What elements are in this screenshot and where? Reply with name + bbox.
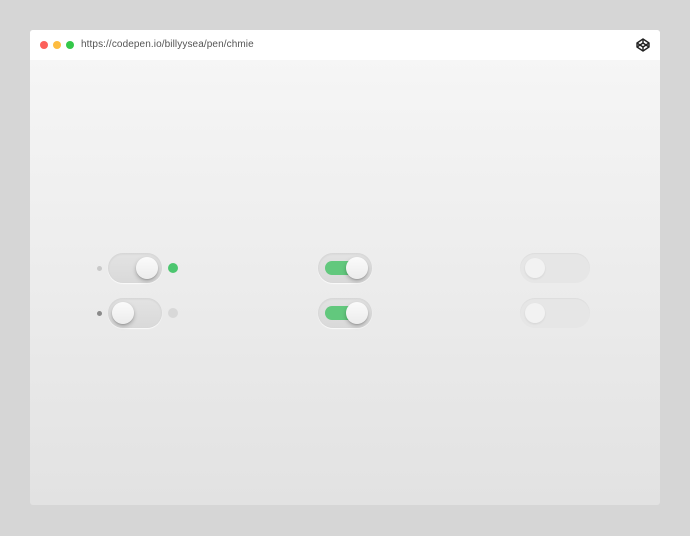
toggle-knob [112, 302, 134, 324]
title-bar: https://codepen.io/billyysea/pen/chmie [30, 30, 660, 60]
toggle-knob [136, 257, 158, 279]
toggle-knob [525, 303, 545, 323]
toggle-knob [525, 258, 545, 278]
codepen-icon[interactable] [636, 38, 650, 52]
toggle-switch-col3-row1[interactable] [520, 253, 590, 283]
toggle-knob [346, 257, 368, 279]
toggle-switch-col1-row2[interactable] [108, 298, 162, 328]
on-indicator-dot [168, 308, 178, 318]
toggle-knob [346, 302, 368, 324]
on-indicator-dot [168, 263, 178, 273]
toggle-switch-col3-row2[interactable] [520, 298, 590, 328]
close-window-button[interactable] [40, 41, 48, 49]
off-indicator-dot [97, 311, 102, 316]
minimize-window-button[interactable] [53, 41, 61, 49]
toggle-switch-col2-row1[interactable] [318, 253, 372, 283]
toggle-switch-col2-row2[interactable] [318, 298, 372, 328]
address-url[interactable]: https://codepen.io/billyysea/pen/chmie [81, 39, 254, 50]
toggle-switch-col1-row1[interactable] [108, 253, 162, 283]
maximize-window-button[interactable] [66, 41, 74, 49]
browser-window: https://codepen.io/billyysea/pen/chmie [30, 30, 660, 505]
off-indicator-dot [97, 266, 102, 271]
